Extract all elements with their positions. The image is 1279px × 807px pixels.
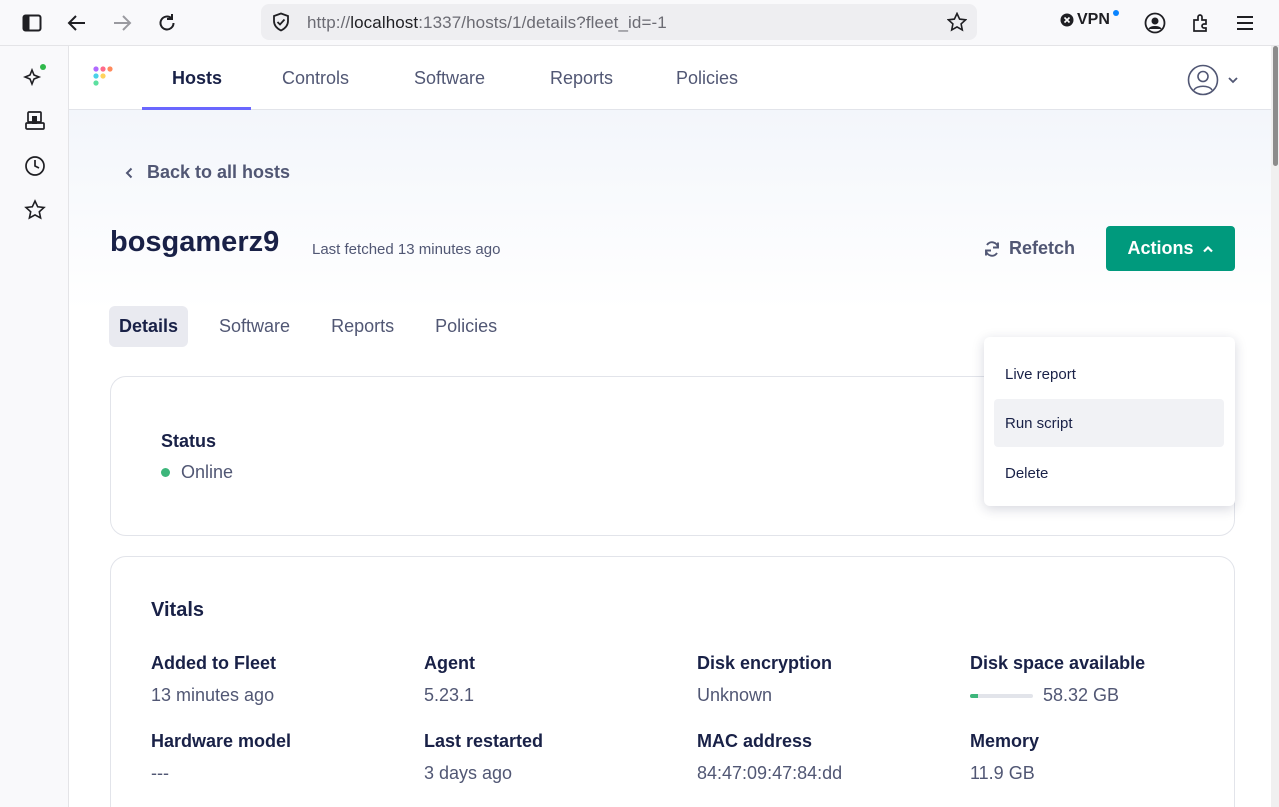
vital-hardware-model: Hardware model --- [151, 731, 411, 784]
vital-label: Hardware model [151, 731, 292, 751]
actions-button[interactable]: Actions [1106, 226, 1235, 271]
menu-item-run-script[interactable]: Run script [994, 399, 1224, 447]
vital-disk-space: Disk space available 58.32 GB [970, 653, 1230, 706]
vital-value: Unknown [697, 685, 773, 705]
url-bar[interactable]: http://localhost:1337/hosts/1/details?fl… [261, 4, 977, 40]
chevron-up-icon [1202, 245, 1213, 252]
history-clock-icon[interactable] [22, 153, 48, 179]
vpn-status-dot [1112, 10, 1119, 16]
nav-software[interactable]: Software [414, 68, 485, 89]
ai-sparkle-icon[interactable] [22, 63, 48, 89]
vital-label: Last restarted [424, 731, 544, 751]
vpn-button[interactable]: VPN [1060, 10, 1119, 29]
user-avatar-icon [1187, 64, 1219, 96]
disk-space-fill [970, 693, 978, 698]
vitals-title: Vitals [151, 599, 204, 621]
fleet-app: Hosts Controls Software Reports Policies… [69, 46, 1271, 807]
vital-label: MAC address [697, 731, 813, 751]
menu-item-delete[interactable]: Delete [994, 449, 1224, 497]
vital-label: Disk encryption [697, 653, 833, 673]
vital-label: Agent [424, 653, 475, 673]
browser-sidebar [0, 46, 69, 807]
extensions-icon[interactable] [1186, 9, 1214, 37]
user-menu[interactable] [1187, 64, 1239, 96]
tab-details[interactable]: Details [109, 306, 189, 347]
vital-value: 58.32 GB [1043, 685, 1120, 705]
nav-hosts[interactable]: Hosts [172, 68, 222, 89]
bookmarks-star-icon[interactable] [22, 197, 48, 223]
vital-label: Added to Fleet [151, 653, 276, 673]
refetch-label: Refetch [1009, 238, 1076, 258]
scrollbar-thumb[interactable] [1273, 46, 1278, 166]
menu-hamburger-icon[interactable] [1231, 9, 1259, 37]
synced-devices-icon[interactable] [22, 108, 48, 134]
account-icon[interactable] [1141, 9, 1169, 37]
nav-reports[interactable]: Reports [550, 68, 613, 89]
refetch-button[interactable]: Refetch [983, 238, 1075, 259]
vital-agent: Agent 5.23.1 [424, 653, 684, 706]
nav-controls[interactable]: Controls [282, 68, 349, 89]
vital-last-restarted: Last restarted 3 days ago [424, 731, 684, 784]
status-label: Status [161, 431, 217, 451]
chevron-left-icon [125, 167, 133, 178]
vital-value: 84:47:09:47:84:dd [697, 763, 843, 783]
last-fetched-text: Last fetched 13 minutes ago [312, 241, 501, 258]
back-to-hosts-link[interactable]: Back to all hosts [125, 162, 290, 183]
bookmark-star-icon[interactable] [943, 8, 971, 36]
shield-icon[interactable] [267, 8, 295, 36]
tab-policies[interactable]: Policies [425, 306, 507, 347]
browser-toolbar: http://localhost:1337/hosts/1/details?fl… [0, 0, 1279, 46]
disk-space-bar [970, 693, 1033, 698]
vital-value: 5.23.1 [424, 685, 475, 705]
refresh-icon [985, 240, 999, 257]
vitals-card: Vitals Added to Fleet 13 minutes ago Age… [110, 556, 1235, 807]
status-text: Online [181, 462, 234, 482]
vital-value: --- [151, 763, 169, 783]
back-link-label: Back to all hosts [147, 162, 291, 182]
menu-item-live-report[interactable]: Live report [994, 350, 1224, 398]
back-arrow-icon[interactable] [63, 9, 91, 37]
vital-value: 11.9 GB [970, 763, 1035, 783]
forward-arrow-icon[interactable] [108, 9, 136, 37]
vital-label: Memory [970, 731, 1040, 751]
host-details-page: Back to all hosts bosgamerz9 Last fetche… [69, 110, 1271, 807]
vital-label: Disk space available [970, 653, 1146, 673]
disk-space-row: 58.32 GB [970, 685, 1230, 706]
vital-added-to-fleet: Added to Fleet 13 minutes ago [151, 653, 411, 706]
actions-dropdown-menu: Live report Run script Delete [984, 337, 1235, 506]
status-value: Online [161, 462, 233, 483]
vital-value: 13 minutes ago [151, 685, 275, 705]
vpn-close-icon [1060, 13, 1074, 27]
tab-reports[interactable]: Reports [321, 306, 404, 347]
vital-memory: Memory 11.9 GB [970, 731, 1230, 784]
vital-mac-address: MAC address 84:47:09:47:84:dd [697, 731, 957, 784]
tab-software[interactable]: Software [209, 306, 300, 347]
fleet-logo-icon[interactable] [93, 66, 123, 92]
vpn-label: VPN [1077, 11, 1110, 28]
nav-policies[interactable]: Policies [676, 68, 738, 89]
host-tabs: Details Software Reports Policies [109, 306, 528, 347]
url-text[interactable]: http://localhost:1337/hosts/1/details?fl… [307, 13, 667, 33]
vital-disk-encryption: Disk encryption Unknown [697, 653, 957, 706]
online-status-dot [161, 468, 170, 477]
host-name: bosgamerz9 [110, 226, 280, 258]
top-navigation: Hosts Controls Software Reports Policies [69, 46, 1271, 110]
vital-value: 3 days ago [424, 763, 513, 783]
chevron-down-icon [1228, 77, 1238, 84]
reload-icon[interactable] [153, 9, 181, 37]
actions-label: Actions [1127, 238, 1194, 258]
sidebar-toggle-icon[interactable] [18, 9, 46, 37]
